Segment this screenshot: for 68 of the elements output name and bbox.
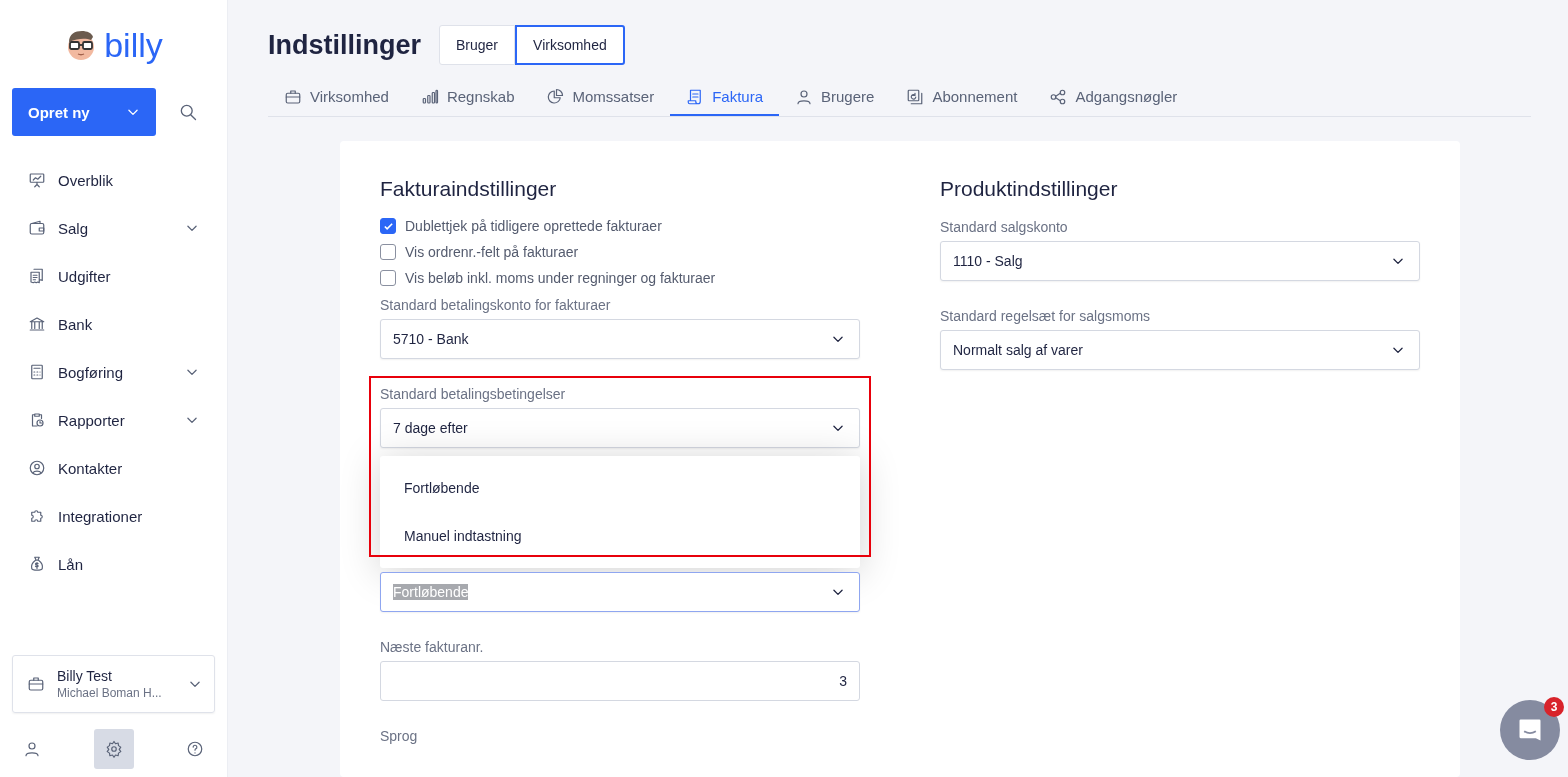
share-icon bbox=[1049, 88, 1068, 106]
settings-tab[interactable]: Regnskab bbox=[404, 88, 531, 116]
sidebar-item[interactable]: Integrationer bbox=[12, 492, 215, 540]
bank-icon bbox=[28, 315, 46, 333]
check-icon bbox=[382, 220, 394, 232]
settings-icon bbox=[104, 740, 123, 758]
sidebar-item[interactable]: Bank bbox=[12, 300, 215, 348]
section-title: Produktindstillinger bbox=[940, 177, 1119, 201]
field-label: Standard regelsæt for salgsmoms bbox=[940, 308, 1152, 324]
sidebar-item[interactable]: Lån bbox=[12, 540, 215, 588]
page-title: Indstillinger bbox=[268, 29, 421, 61]
subscription-icon bbox=[906, 88, 925, 106]
field-label: Sprog bbox=[380, 728, 419, 744]
checkbox-label: Vis beløb inkl. moms under regninger og fakturaer bbox=[405, 270, 716, 286]
sidebar-item[interactable]: Rapporter bbox=[12, 396, 215, 444]
settings-tab[interactable]: Virksomhed bbox=[268, 88, 405, 116]
bar-chart-icon bbox=[420, 88, 439, 106]
puzzle-icon bbox=[28, 507, 46, 525]
logo-text: billy bbox=[104, 25, 163, 65]
settings-tab[interactable]: Adgangsnøgler bbox=[1033, 88, 1194, 116]
user-icon bbox=[795, 88, 814, 106]
scope-toggle-button[interactable]: Virksomhed bbox=[515, 25, 625, 65]
dropdown-option[interactable]: Fortløbende bbox=[380, 464, 860, 512]
search-icon bbox=[178, 102, 198, 122]
money-bag-icon bbox=[28, 555, 46, 573]
field-label: Standard salgskonto bbox=[940, 219, 1069, 235]
nav-button[interactable] bbox=[93, 729, 134, 769]
briefcase-icon bbox=[27, 675, 45, 693]
checkbox[interactable] bbox=[380, 244, 396, 260]
user-name: Michael Boman H... bbox=[57, 686, 163, 700]
contact-icon bbox=[28, 459, 46, 477]
help-icon bbox=[186, 740, 204, 758]
sidebar-item[interactable]: Udgifter bbox=[12, 252, 215, 300]
create-new-button[interactable]: Opret ny bbox=[12, 88, 156, 136]
notification-badge: 3 bbox=[1544, 697, 1564, 717]
select-field[interactable]: Normalt salg af varer bbox=[940, 330, 1420, 370]
sidebar-item[interactable]: Overblik bbox=[12, 156, 215, 204]
search-button[interactable] bbox=[178, 102, 198, 122]
receipts-icon bbox=[28, 267, 46, 285]
sidebar-item[interactable]: Kontakter bbox=[12, 444, 215, 492]
scope-toggle-button[interactable]: Bruger bbox=[439, 25, 516, 65]
wallet-icon bbox=[28, 219, 46, 237]
company-name: Billy Test bbox=[57, 668, 113, 684]
briefcase-icon bbox=[284, 88, 302, 106]
section-title: Fakturaindstillinger bbox=[380, 177, 558, 201]
sidebar-item[interactable]: Bogføring bbox=[12, 348, 215, 396]
user-icon bbox=[23, 740, 41, 758]
company-switcher[interactable]: Billy Test Michael Boman H... bbox=[12, 655, 215, 713]
field-label: Næste fakturanr. bbox=[380, 639, 485, 655]
settings-tab[interactable]: Momssatser bbox=[530, 88, 671, 116]
checkbox-label: Dublettjek på tidligere oprettede fakturaer bbox=[405, 218, 662, 234]
presentation-icon bbox=[28, 171, 46, 189]
field-label: Standard betalingsbetingelser bbox=[380, 386, 567, 402]
checkbox[interactable] bbox=[380, 218, 396, 234]
settings-tab[interactable]: Brugere bbox=[779, 88, 891, 116]
dropdown-option[interactable]: Manuel indtastning bbox=[380, 512, 860, 560]
settings-tab[interactable]: Faktura bbox=[670, 88, 780, 116]
pie-chart-icon bbox=[546, 88, 565, 106]
field-label: Standard betalingskonto for fakturaer bbox=[380, 297, 612, 313]
calculator-icon bbox=[28, 363, 46, 381]
settings-tab[interactable]: Abonnement bbox=[890, 88, 1034, 116]
select-field[interactable]: 1110 - Salg bbox=[940, 241, 1420, 281]
checkbox-label: Vis ordrenr.-felt på fakturaer bbox=[405, 244, 579, 260]
sidebar-item[interactable]: Salg bbox=[12, 204, 215, 252]
checkbox[interactable] bbox=[380, 270, 396, 286]
select-field[interactable]: 5710 - Bank bbox=[380, 319, 860, 359]
number-field[interactable]: 3 bbox=[380, 661, 860, 701]
select-field[interactable]: 7 dage efter bbox=[380, 408, 860, 448]
